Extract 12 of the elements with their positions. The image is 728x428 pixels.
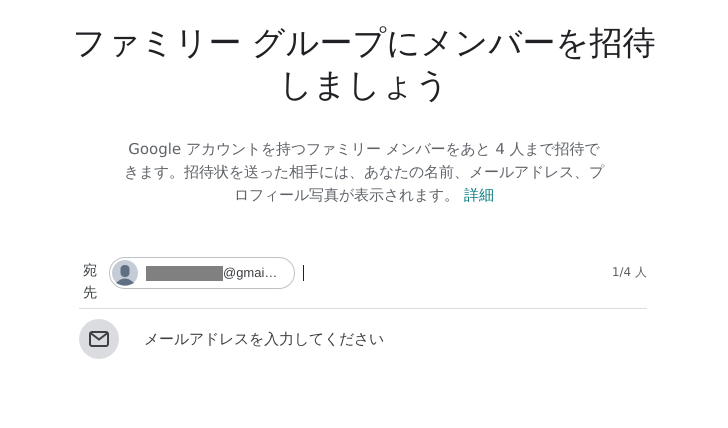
- mail-icon: [79, 319, 119, 359]
- text-cursor: [303, 265, 304, 281]
- member-counter: 1/4 人: [612, 264, 647, 281]
- page-title: ファミリー グループにメンバーを招待しましょう: [71, 22, 657, 106]
- avatar-icon: [112, 260, 138, 286]
- recipient-label: 宛先: [83, 262, 98, 303]
- recipient-chip[interactable]: @gmai…: [109, 257, 295, 289]
- description: Google アカウントを持つファミリー メンバーをあと 4 人まで招待できます。招待状を送った相手には、あなたの名前、メールアドレス、プロフィール写真が表示されます。 詳細: [124, 139, 604, 206]
- details-link[interactable]: 詳細: [464, 186, 494, 204]
- suggestion-row[interactable]: メールアドレスを入力してください: [79, 319, 647, 359]
- chip-email: @gmai…: [223, 264, 278, 282]
- email-prompt: メールアドレスを入力してください: [144, 328, 384, 350]
